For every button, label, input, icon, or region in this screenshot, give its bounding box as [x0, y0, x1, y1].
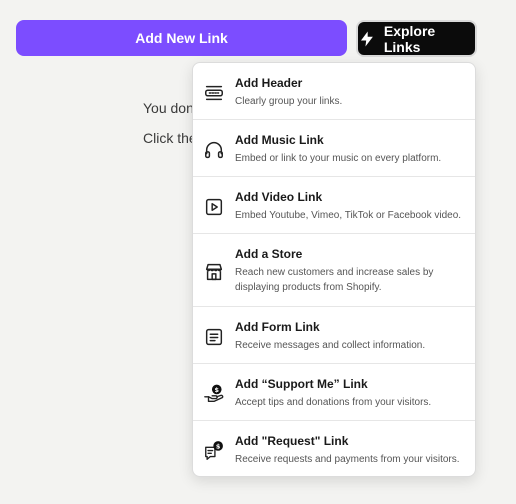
headphones-icon	[205, 142, 223, 159]
menu-item-desc: Embed Youtube, Vimeo, TikTok or Facebook…	[235, 210, 462, 221]
menu-item-desc: Clearly group your links.	[235, 96, 343, 107]
menu-item-add-support-me-link[interactable]: $ Add “Support Me” Link Accept tips and …	[193, 364, 475, 421]
store-icon	[205, 263, 223, 281]
menu-item-add-header[interactable]: Add Header Clearly group your links.	[193, 63, 475, 120]
menu-item-desc: Embed or link to your music on every pla…	[235, 153, 442, 164]
menu-item-title: Add Music Link	[235, 133, 324, 147]
menu-item-add-request-link[interactable]: $ Add "Request" Link Receive requests an…	[193, 421, 475, 476]
menu-item-desc: Reach new customers and increase sales b…	[235, 267, 434, 293]
video-play-icon	[205, 198, 223, 216]
explore-links-menu: Add Header Clearly group your links. Add…	[192, 62, 476, 477]
svg-text:$: $	[216, 442, 221, 450]
header-icon	[205, 85, 223, 101]
menu-item-add-form-link[interactable]: Add Form Link Receive messages and colle…	[193, 307, 475, 364]
empty-state-hint: Click the	[143, 130, 197, 146]
menu-item-add-store[interactable]: Add a Store Reach new customers and incr…	[193, 234, 475, 307]
menu-item-desc: Receive requests and payments from your …	[235, 454, 460, 465]
svg-text:$: $	[215, 386, 220, 394]
lightning-icon	[360, 31, 373, 46]
menu-item-title: Add "Request" Link	[235, 434, 349, 448]
menu-item-title: Add Form Link	[235, 320, 320, 334]
explore-links-label: Explore Links	[383, 22, 436, 55]
menu-item-desc: Receive messages and collect information…	[235, 340, 426, 351]
menu-item-add-music-link[interactable]: Add Music Link Embed or link to your mus…	[193, 120, 475, 177]
request-chat-icon: $	[205, 441, 223, 460]
explore-links-button[interactable]: Explore Links	[356, 20, 477, 57]
menu-item-desc: Accept tips and donations from your visi…	[235, 397, 432, 408]
donation-hand-icon: $	[204, 384, 224, 403]
empty-state-text: You don	[143, 100, 194, 116]
menu-item-title: Add Header	[235, 76, 303, 90]
menu-item-title: Add a Store	[235, 247, 303, 261]
add-new-link-button[interactable]: Add New Link	[16, 20, 347, 56]
toolbar: Add New Link Explore Links	[16, 20, 477, 57]
menu-item-title: Add “Support Me” Link	[235, 377, 368, 391]
menu-item-add-video-link[interactable]: Add Video Link Embed Youtube, Vimeo, Tik…	[193, 177, 475, 234]
form-icon	[205, 328, 223, 346]
menu-item-title: Add Video Link	[235, 190, 323, 204]
